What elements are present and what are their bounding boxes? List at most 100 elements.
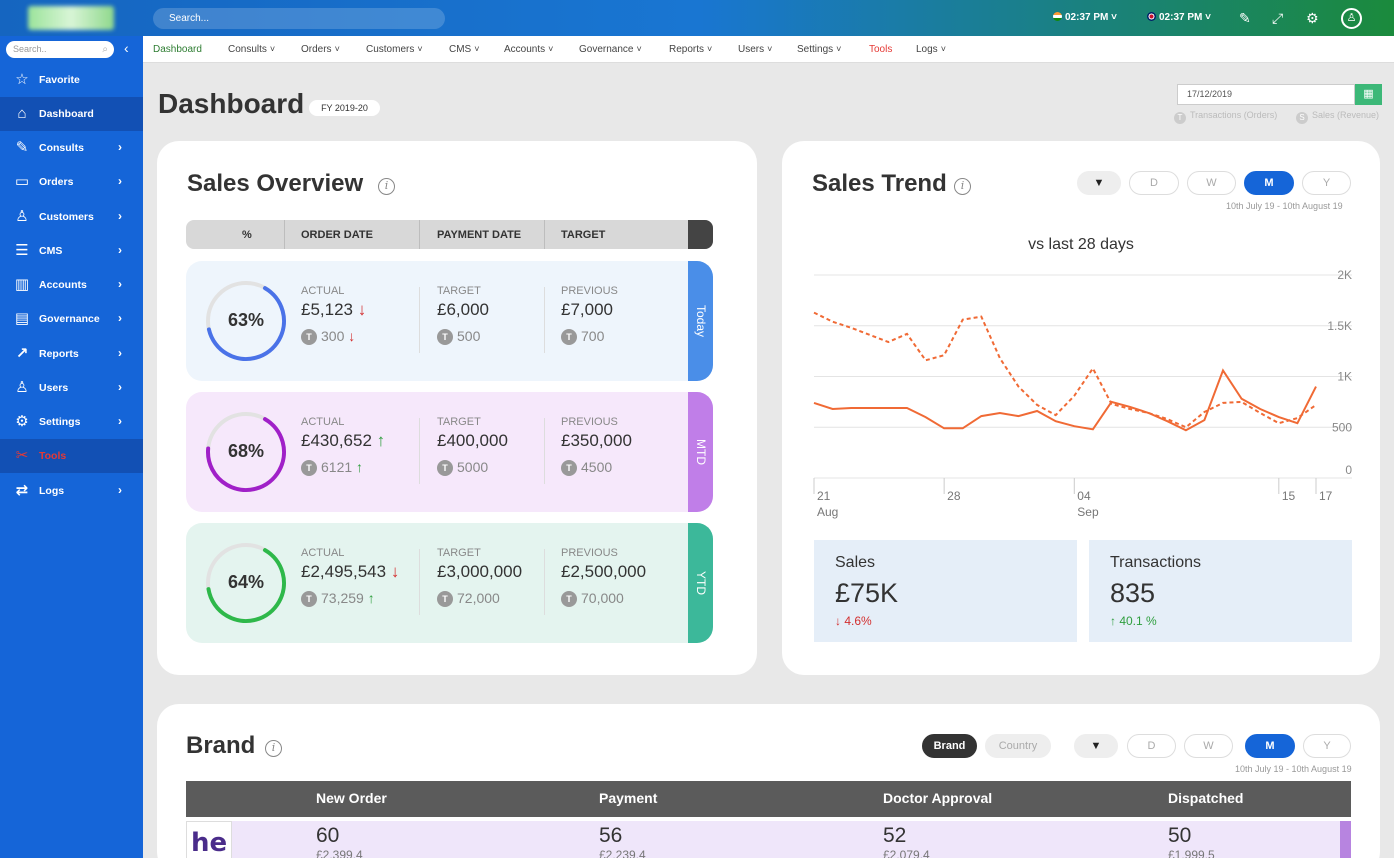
home-icon: ⌂ — [17, 105, 27, 122]
fullscreen-icon[interactable]: ⤢ — [1272, 9, 1283, 27]
nav-item-cms[interactable]: CMS ˅ — [449, 44, 480, 55]
col-target[interactable]: TARGET — [561, 229, 605, 241]
info-icon[interactable]: i — [265, 740, 282, 757]
sidebar-item-label: Consults — [39, 142, 84, 154]
filter-icon[interactable]: ▼ — [1074, 734, 1118, 758]
filter-icon[interactable]: ▼ — [1077, 171, 1121, 195]
chevron-down-icon: ˅ — [548, 44, 554, 54]
sidebar-item-dashboard[interactable]: ⌂ Dashboard — [0, 97, 143, 131]
clock-uk-time: 02:37 PM — [1159, 12, 1203, 23]
sidebar-item-favorite[interactable]: ☆ Favorite — [0, 63, 143, 97]
sidebar-item-reports[interactable]: ↗ Reports › — [0, 337, 143, 371]
target-transactions: T 5000 — [437, 459, 508, 476]
y-tick-label: 500 — [1332, 420, 1352, 434]
sidebar-item-label: Reports — [39, 348, 79, 360]
fiscal-year-badge[interactable]: FY 2019-20 — [309, 100, 380, 116]
brush-icon[interactable]: ✎ — [1239, 9, 1251, 27]
col-dispatched[interactable]: Dispatched — [1168, 790, 1243, 806]
brand-date-range: 10th July 19 - 10th August 19 — [1235, 764, 1352, 774]
sidebar-item-logs[interactable]: ⇄ Logs › — [0, 474, 143, 508]
table-row[interactable]: he 60 £2,399.4 56 £2,239.4 52 £2,079.4 5… — [186, 821, 1351, 858]
sidebar-search-input[interactable]: Search.. ⌕ — [6, 41, 114, 58]
chevron-down-icon: ˅ — [707, 44, 713, 54]
col-payment[interactable]: Payment — [599, 790, 657, 806]
sidebar-item-tools[interactable]: ✂ Tools — [0, 439, 143, 473]
sidebar-item-governance[interactable]: ▤ Governance › — [0, 302, 143, 336]
period-tab-today[interactable]: Today — [688, 261, 713, 381]
calendar-icon[interactable]: ▦ — [1355, 84, 1382, 105]
user-avatar-icon[interactable]: ♙ — [1341, 8, 1362, 29]
arrow-up-icon: ↑ — [356, 459, 364, 475]
x-tick-label: 17 — [1319, 489, 1333, 503]
clock-uk[interactable]: 02:37 PM ˅ — [1147, 12, 1211, 23]
brand-period-year-button[interactable]: Y — [1303, 734, 1351, 758]
actual-column: ACTUAL £430,652 ↑ T 6121 ↑ — [301, 416, 385, 476]
previous-transactions-count: 4500 — [581, 459, 613, 475]
sliders-icon: ☰ — [15, 242, 29, 259]
actual-column: ACTUAL £5,123 ↓ T 300 ↓ — [301, 285, 366, 345]
sidebar-item-orders[interactable]: ▭ Orders › — [0, 165, 143, 199]
col-payment-date[interactable]: PAYMENT DATE — [437, 229, 521, 241]
chevron-right-icon: › — [118, 140, 122, 154]
nav-item-logs[interactable]: Logs ˅ — [916, 44, 946, 55]
brand-title: Brand — [186, 732, 256, 759]
chevron-down-icon: ˅ — [836, 44, 842, 54]
col-order-date[interactable]: ORDER DATE — [301, 229, 373, 241]
country-toggle-button[interactable]: Country — [985, 734, 1051, 758]
col-percent[interactable]: % — [242, 229, 252, 241]
chevron-right-icon: › — [118, 346, 122, 360]
nav-item-reports[interactable]: Reports ˅ — [669, 44, 712, 55]
sales-stat-change: ↓ 4.6% — [835, 614, 872, 628]
user-icon: ♙ — [15, 208, 29, 225]
overview-row-today[interactable]: 63% ACTUAL £5,123 ↓ T 300 ↓ TARGET £6,000 T 500 P… — [186, 261, 713, 381]
overview-row-ytd[interactable]: 64% ACTUAL £2,495,543 ↓ T 73,259 ↑ TARGET £3,0… — [186, 523, 713, 643]
brand-period-month-button[interactable]: M — [1245, 734, 1295, 758]
info-icon[interactable]: i — [954, 178, 971, 195]
period-tab-mtd[interactable]: MTD — [688, 392, 713, 512]
period-tab-label: Today — [693, 304, 708, 338]
legend-sales[interactable]: S Sales (Revenue) — [1296, 110, 1379, 124]
clock-india[interactable]: 02:37 PM ˅ — [1053, 12, 1117, 23]
dispatched-count: 50 — [1168, 824, 1192, 847]
header-cap — [688, 220, 713, 249]
legend-transactions[interactable]: T Transactions (Orders) — [1174, 110, 1277, 124]
period-year-button[interactable]: Y — [1302, 171, 1351, 195]
sidebar-item-users[interactable]: ♙ Users › — [0, 371, 143, 405]
sidebar-item-settings[interactable]: ⚙ Settings › — [0, 405, 143, 439]
bar-chart-icon: ▥ — [14, 276, 30, 293]
info-icon[interactable]: i — [378, 178, 395, 195]
date-input[interactable]: 17/12/2019 — [1177, 84, 1355, 105]
global-search-input[interactable]: Search... — [153, 8, 445, 29]
period-week-button[interactable]: W — [1187, 171, 1236, 195]
nav-item-tools[interactable]: Tools — [869, 44, 892, 55]
period-month-button[interactable]: M — [1244, 171, 1294, 195]
overview-row-mtd[interactable]: 68% ACTUAL £430,652 ↑ T 6121 ↑ TARGET £400,000… — [186, 392, 713, 512]
nav-item-users[interactable]: Users ˅ — [738, 44, 772, 55]
sidebar-search-placeholder: Search.. — [13, 44, 47, 54]
gear-icon[interactable]: ⚙ — [1306, 9, 1319, 27]
nav-item-dashboard[interactable]: Dashboard — [153, 44, 202, 55]
chevron-right-icon: › — [118, 277, 122, 291]
period-tab-ytd[interactable]: YTD — [688, 523, 713, 643]
sidebar-item-accounts[interactable]: ▥ Accounts › — [0, 268, 143, 302]
col-doctor-approval[interactable]: Doctor Approval — [883, 790, 992, 806]
period-day-button[interactable]: D — [1129, 171, 1179, 195]
sidebar-item-customers[interactable]: ♙ Customers › — [0, 200, 143, 234]
actual-transactions-count: 300 — [321, 328, 345, 344]
nav-item-label: Dashboard — [153, 44, 202, 55]
actual-transactions: T 73,259 ↑ — [301, 590, 399, 607]
nav-item-orders[interactable]: Orders ˅ — [301, 44, 340, 55]
target-column: TARGET £400,000 T 5000 — [437, 416, 508, 476]
col-new-order[interactable]: New Order — [316, 790, 387, 806]
nav-item-settings[interactable]: Settings ˅ — [797, 44, 841, 55]
collapse-sidebar-icon[interactable]: ‹ — [124, 40, 129, 56]
nav-item-governance[interactable]: Governance ˅ — [579, 44, 642, 55]
sidebar-item-cms[interactable]: ☰ CMS › — [0, 234, 143, 268]
sidebar-item-consults[interactable]: ✎ Consults › — [0, 131, 143, 165]
brand-period-week-button[interactable]: W — [1184, 734, 1233, 758]
brand-period-day-button[interactable]: D — [1127, 734, 1176, 758]
brand-toggle-button[interactable]: Brand — [922, 734, 977, 758]
nav-item-accounts[interactable]: Accounts ˅ — [504, 44, 553, 55]
nav-item-consults[interactable]: Consults ˅ — [228, 44, 275, 55]
nav-item-customers[interactable]: Customers ˅ — [366, 44, 423, 55]
